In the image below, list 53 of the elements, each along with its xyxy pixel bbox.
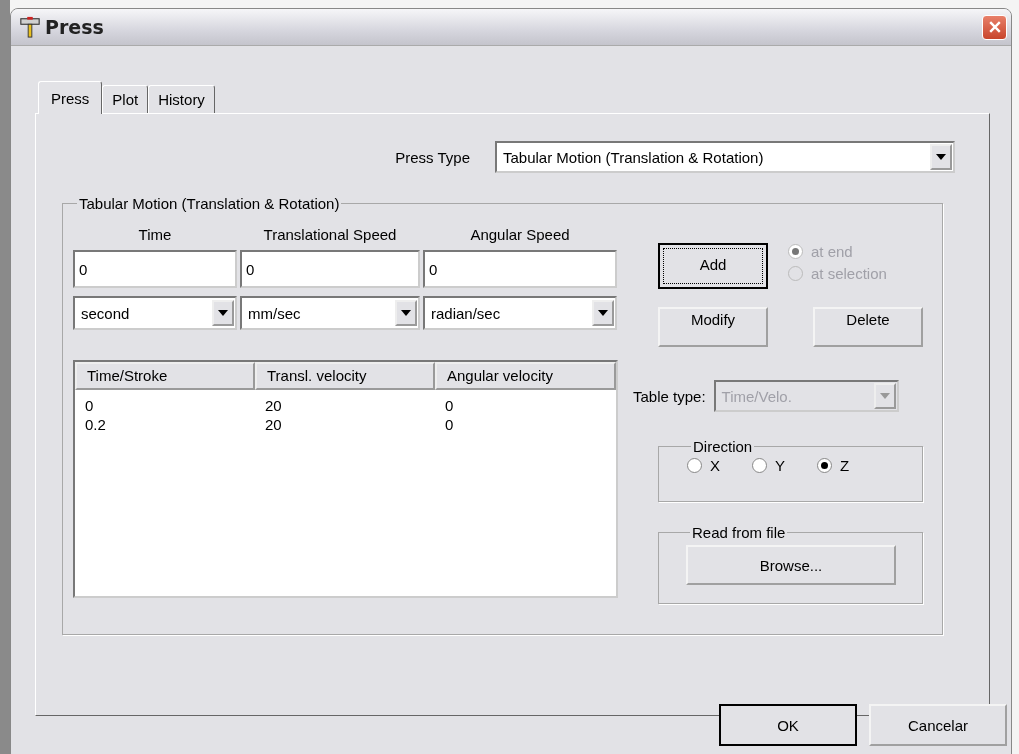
column-header[interactable]: Angular velocity [435, 362, 616, 390]
table-type-label: Table type: [633, 387, 706, 405]
unit-dropdown[interactable]: mm/sec [240, 296, 420, 330]
radio-button[interactable] [752, 458, 767, 473]
dropdown-button[interactable] [212, 300, 234, 326]
radio-button[interactable] [687, 458, 702, 473]
table-cell-text: 0.2 [84, 415, 107, 434]
caret-icon [879, 393, 890, 399]
radio-label: at selection [811, 265, 887, 282]
table-cell-text: 20 [264, 415, 283, 434]
field-label: Time [137, 226, 173, 245]
close-button[interactable] [982, 14, 1007, 40]
ok-button[interactable]: OK [719, 704, 857, 746]
modify-button[interactable]: Modify [658, 307, 768, 347]
add-button[interactable]: Add [658, 243, 768, 289]
press-type-dropdown[interactable]: Tabular Motion (Translation & Rotation) [495, 141, 955, 173]
radio-button[interactable] [817, 458, 833, 473]
unit-dropdown[interactable]: second [73, 296, 237, 330]
dropdown-button[interactable] [930, 144, 952, 170]
press-type-label: Press Type [395, 148, 470, 166]
dropdown-button[interactable] [395, 300, 417, 326]
input-field[interactable]: 0 [423, 250, 617, 288]
caret-icon [218, 310, 228, 316]
radio-label: Z [840, 457, 850, 474]
delete-button[interactable]: Delete [813, 307, 923, 347]
column-header[interactable]: Time/Stroke [75, 362, 255, 390]
input-field[interactable]: 0 [73, 250, 237, 288]
caret-icon [936, 154, 946, 160]
input-field[interactable]: 0 [240, 250, 420, 288]
tab[interactable]: Plot [102, 85, 149, 113]
hammer-icon [19, 16, 41, 38]
browse-button[interactable]: Browse... [686, 545, 896, 585]
tab[interactable]: History [148, 85, 215, 113]
radio-label: X [710, 457, 720, 474]
caret-icon [401, 310, 411, 316]
caret-icon [598, 310, 608, 316]
radio-label: at end [811, 243, 853, 260]
group-title: Direction [692, 438, 754, 455]
tab[interactable]: Press [38, 81, 103, 114]
column-header[interactable]: Transl. velocity [255, 362, 435, 390]
table-cell-text: 0 [84, 396, 95, 415]
radio-label: Y [775, 457, 786, 474]
field-label: Angular Speed [469, 226, 571, 245]
table-cell-text: 20 [264, 396, 283, 415]
table-cell-text: 0 [444, 396, 455, 415]
group-title: Read from file [691, 524, 787, 541]
cancel-button[interactable]: Cancelar [869, 704, 1007, 746]
unit-dropdown[interactable]: radian/sec [423, 296, 617, 330]
field-label: Translational Speed [262, 226, 398, 245]
group-title: Tabular Motion (Translation & Rotation) [78, 195, 341, 212]
dropdown-button[interactable] [592, 300, 614, 326]
window-title: Press [45, 16, 104, 38]
table-cell-text: 0 [444, 415, 455, 434]
